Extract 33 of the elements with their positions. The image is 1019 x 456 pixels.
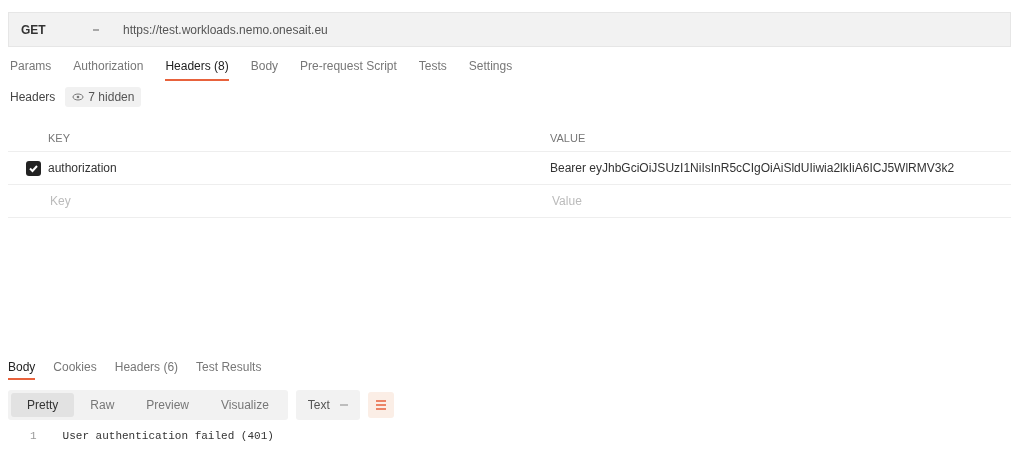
request-tab[interactable]: Pre-request Script xyxy=(300,57,397,81)
header-key: authorization xyxy=(48,161,117,175)
column-header: KEY xyxy=(48,132,70,144)
request-tab[interactable]: Tests xyxy=(418,57,447,81)
response-tab[interactable]: Cookies xyxy=(53,360,97,380)
eye-icon xyxy=(72,93,85,101)
method-dropdown[interactable]: GET xyxy=(9,22,91,37)
lines-icon xyxy=(374,399,387,411)
response-tab[interactable]: Headers (6) xyxy=(114,360,179,380)
request-tab[interactable]: Authorization xyxy=(73,57,144,81)
view-mode-button[interactable]: Pretty xyxy=(11,393,75,417)
request-tab[interactable]: Params xyxy=(10,57,52,81)
view-mode-button[interactable]: Raw xyxy=(74,393,131,417)
request-tab[interactable]: Settings xyxy=(468,57,513,81)
view-mode-button[interactable]: Visualize xyxy=(205,393,285,417)
response-tab[interactable]: Body xyxy=(8,360,36,380)
line-number: 1 xyxy=(30,430,37,442)
hidden-headers-toggle[interactable]: 7 hidden xyxy=(65,87,142,107)
code-line: User authentication failed (401) xyxy=(62,430,274,442)
response-tab[interactable]: Test Results xyxy=(196,360,262,380)
checkbox[interactable] xyxy=(26,160,41,176)
view-mode-button[interactable]: Preview xyxy=(130,393,206,417)
headers-label: Headers xyxy=(10,90,56,104)
header-value: Bearer eyJhbGciOiJSUzI1NiIsInR5cCIgOiAiSldUIiwia2lkIiA6ICJ5WlRMV3k2 xyxy=(550,161,955,175)
request-tab[interactable]: Body xyxy=(250,57,279,81)
wrap-lines-button[interactable] xyxy=(367,392,394,418)
column-header: VALUE xyxy=(550,132,586,144)
key-input[interactable]: Key xyxy=(48,193,529,209)
format-dropdown[interactable]: Text xyxy=(295,390,360,420)
value-input[interactable]: Value xyxy=(550,193,992,209)
url-field[interactable]: https://test.workloads.nemo.onesait.eu xyxy=(123,22,328,37)
request-tab[interactable]: Headers (8) xyxy=(165,57,229,81)
caret-icon xyxy=(339,403,348,407)
